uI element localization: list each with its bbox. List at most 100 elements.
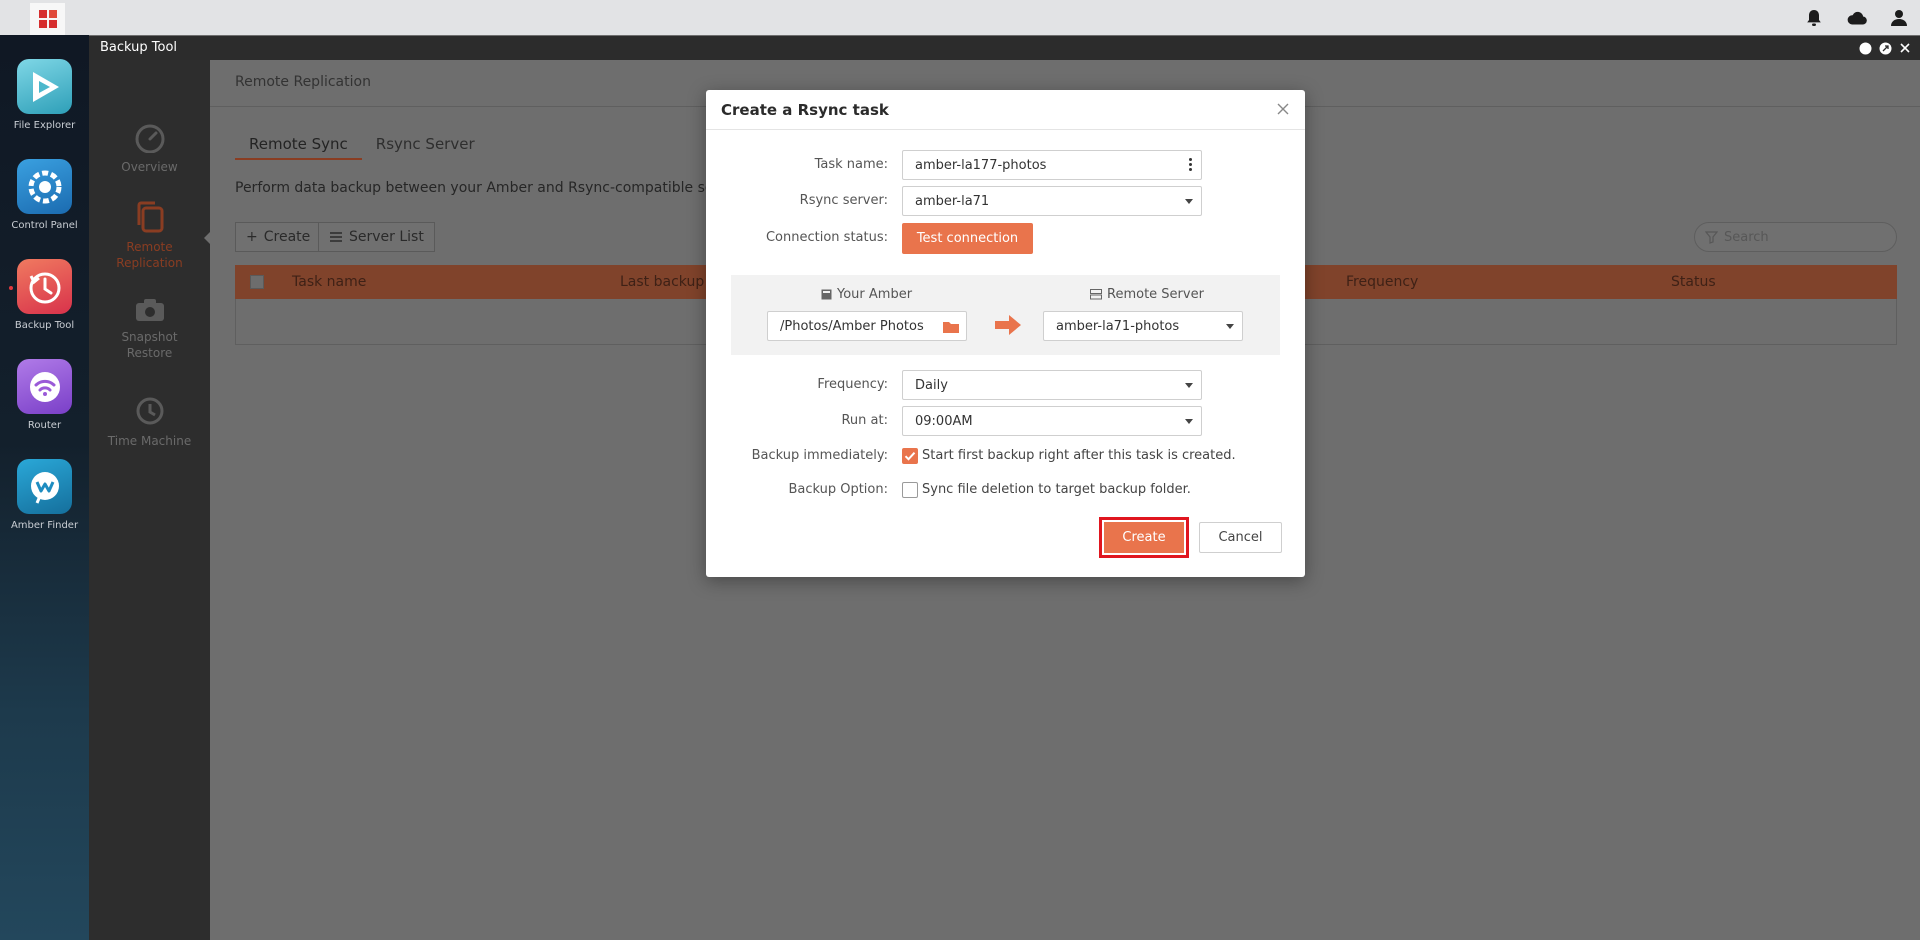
- page-description: Perform data backup between your Amber a…: [235, 180, 737, 196]
- run-at-value: 09:00AM: [915, 413, 973, 429]
- dialog-title: Create a Rsync task: [721, 101, 889, 119]
- column-status[interactable]: Status: [1671, 274, 1716, 290]
- test-connection-button[interactable]: Test connection: [902, 223, 1033, 254]
- file-explorer-icon: [17, 59, 72, 114]
- sidebar-item-label: Overview: [121, 160, 178, 174]
- destination-title-text: Remote Server: [1107, 287, 1204, 302]
- filter-icon: [1705, 230, 1718, 244]
- dock-item-backup-tool[interactable]: Backup Tool: [0, 259, 89, 331]
- source-path-value: /Photos/Amber Photos: [780, 318, 924, 334]
- minimize-icon[interactable]: [1858, 41, 1872, 55]
- tab-rsync-server[interactable]: Rsync Server: [362, 128, 489, 160]
- sidebar-item-label: Remote Replication: [116, 240, 183, 270]
- dock-item-control-panel[interactable]: Control Panel: [0, 159, 89, 231]
- destination-value: amber-la71-photos: [1056, 318, 1180, 334]
- destination-folder-select[interactable]: amber-la71-photos: [1043, 311, 1243, 341]
- window-title: Backup Tool: [100, 40, 178, 55]
- frequency-select[interactable]: Daily: [902, 370, 1202, 400]
- history-clock-icon: [136, 397, 163, 425]
- rsync-server-select[interactable]: amber-la71: [902, 186, 1202, 216]
- sync-deletion-checkbox[interactable]: [902, 482, 918, 498]
- replication-icon: [137, 201, 163, 233]
- gauge-icon: [135, 124, 164, 153]
- dock-item-amber-finder[interactable]: Amber Finder: [0, 459, 89, 531]
- column-last-backup[interactable]: Last backup: [620, 274, 704, 290]
- dock-label: Backup Tool: [14, 320, 75, 331]
- router-icon: [17, 359, 72, 414]
- close-icon[interactable]: [1274, 100, 1292, 118]
- nas-icon: [821, 289, 832, 300]
- sidebar-item-label: Snapshot Restore: [121, 330, 178, 360]
- backup-option-label: Backup Option:: [788, 482, 888, 497]
- camera-icon: [135, 299, 164, 321]
- close-window-icon[interactable]: [1898, 41, 1912, 55]
- backup-immediately-label: Backup immediately:: [751, 448, 888, 463]
- run-at-select[interactable]: 09:00AM: [902, 406, 1202, 436]
- frequency-value: Daily: [915, 377, 948, 393]
- checkmark-icon: [904, 452, 916, 461]
- server-list-label: Server List: [349, 229, 424, 245]
- chevron-down-icon: [1185, 199, 1193, 204]
- dock-label: Control Panel: [11, 220, 78, 231]
- notification-bell-icon[interactable]: [1803, 8, 1825, 28]
- dock-label: Router: [27, 420, 62, 431]
- dock-label: Amber Finder: [10, 520, 79, 531]
- sync-deletion-text: Sync file deletion to target backup fold…: [922, 482, 1191, 497]
- list-icon: [330, 232, 342, 242]
- cloud-icon[interactable]: [1846, 8, 1868, 28]
- folder-icon[interactable]: [942, 320, 960, 334]
- more-options-icon[interactable]: [1189, 158, 1192, 171]
- dock-item-router[interactable]: Router: [0, 359, 89, 431]
- control-panel-icon: [17, 159, 72, 214]
- task-name-value: amber-la177-photos: [915, 157, 1047, 173]
- maximize-icon[interactable]: [1878, 41, 1892, 55]
- plus-icon: +: [246, 229, 258, 245]
- run-at-label: Run at:: [841, 413, 888, 428]
- sidebar-item-snapshot-restore[interactable]: Snapshot Restore: [89, 297, 210, 361]
- rsync-server-label: Rsync server:: [799, 193, 888, 208]
- source-title: Your Amber: [821, 287, 912, 302]
- create-task-label: Create: [263, 229, 311, 245]
- running-indicator: [9, 286, 13, 290]
- frequency-label: Frequency:: [817, 377, 888, 392]
- column-task-name[interactable]: Task name: [292, 274, 366, 290]
- sidebar-item-label: Time Machine: [107, 434, 192, 448]
- sidebar-item-overview[interactable]: Overview: [89, 123, 210, 175]
- chevron-down-icon: [1185, 383, 1193, 388]
- arrow-right-icon: [995, 315, 1021, 335]
- tab-bar: Remote Sync Rsync Server: [235, 128, 489, 160]
- destination-title: Remote Server: [1090, 287, 1204, 302]
- amber-finder-icon: [17, 459, 72, 514]
- server-list-button[interactable]: Server List: [318, 222, 435, 252]
- task-name-input[interactable]: amber-la177-photos: [902, 150, 1202, 180]
- app-dock: File Explorer Control Panel Backup Tool …: [0, 35, 89, 940]
- window-title-bar[interactable]: Backup Tool: [89, 36, 1920, 60]
- column-frequency[interactable]: Frequency: [1346, 274, 1418, 290]
- start-menu-button[interactable]: [30, 3, 65, 35]
- select-all-checkbox[interactable]: [250, 275, 264, 289]
- create-button[interactable]: Create: [1099, 517, 1189, 558]
- cancel-button[interactable]: Cancel: [1199, 522, 1282, 553]
- task-name-label: Task name:: [814, 157, 888, 172]
- user-account-icon[interactable]: [1888, 8, 1910, 28]
- source-destination-panel: Your Amber /Photos/Amber Photos Remote S…: [731, 275, 1280, 355]
- create-task-button[interactable]: + Create: [235, 222, 322, 252]
- backup-tool-icon: [17, 259, 72, 314]
- backup-immediately-checkbox[interactable]: [902, 448, 918, 464]
- sidebar-item-time-machine[interactable]: Time Machine: [89, 395, 210, 449]
- sidebar-item-remote-replication[interactable]: Remote Replication: [89, 201, 210, 271]
- backup-immediately-text: Start first backup right after this task…: [922, 448, 1236, 463]
- source-title-text: Your Amber: [837, 287, 913, 302]
- chevron-down-icon: [1226, 324, 1234, 329]
- app-sidebar: Overview Remote Replication Snapshot Res…: [89, 60, 210, 940]
- dock-item-file-explorer[interactable]: File Explorer: [0, 59, 89, 131]
- source-path-input[interactable]: /Photos/Amber Photos: [767, 311, 967, 341]
- connection-status-label: Connection status:: [765, 230, 888, 245]
- tab-remote-sync[interactable]: Remote Sync: [235, 128, 362, 160]
- system-top-bar: [0, 0, 1920, 35]
- server-icon: [1090, 289, 1102, 300]
- chevron-down-icon: [1185, 419, 1193, 424]
- create-rsync-task-dialog: Create a Rsync task Task name: amber-la1…: [706, 90, 1305, 577]
- rsync-server-value: amber-la71: [915, 193, 990, 209]
- search-input[interactable]: Search: [1694, 222, 1897, 252]
